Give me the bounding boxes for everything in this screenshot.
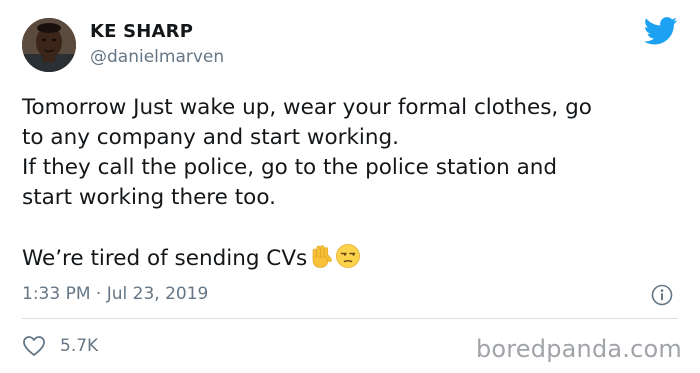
divider: [22, 318, 678, 319]
like-count: 5.7K: [60, 336, 99, 356]
info-icon[interactable]: [651, 284, 673, 306]
avatar-image: [22, 18, 76, 72]
tweet-last-line: We’re tired of sending CVs: [22, 243, 682, 274]
user-handle[interactable]: @danielmarven: [90, 46, 224, 68]
raised-hand-emoji: [308, 243, 334, 269]
avatar[interactable]: [22, 18, 76, 72]
tweet-card: KE SHARP @danielmarven Tomorrow Just wak…: [0, 0, 700, 373]
display-name[interactable]: KE SHARP: [90, 21, 193, 43]
watermark: boredpanda.com: [475, 335, 682, 363]
tweet-timestamp[interactable]: 1:33 PM · Jul 23, 2019: [22, 283, 208, 305]
tweet-line: If they call the police, go to the polic…: [22, 155, 558, 180]
unamused-face-emoji: [335, 243, 361, 269]
tweet-text: Tomorrow Just wake up, wear your formal …: [22, 93, 682, 274]
tweet-line: We’re tired of sending CVs: [22, 246, 308, 271]
tweet-line: Tomorrow Just wake up, wear your formal …: [22, 95, 592, 120]
heart-icon[interactable]: [22, 335, 46, 357]
tweet-line: start working there too.: [22, 185, 276, 210]
twitter-bird-icon[interactable]: [643, 17, 678, 45]
tweet-line: to any company and start working.: [22, 125, 400, 150]
